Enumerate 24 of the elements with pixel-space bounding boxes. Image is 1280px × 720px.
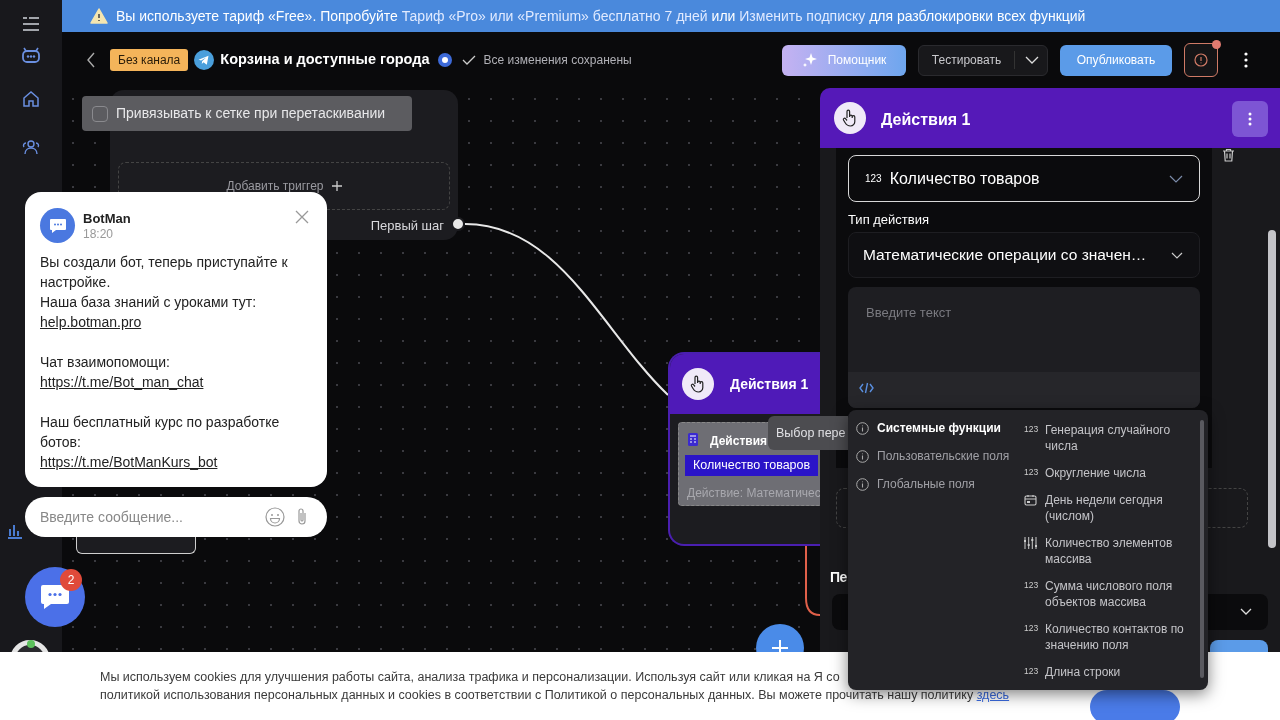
number-type-icon: 123 xyxy=(1024,621,1039,635)
number-type-icon: 123 xyxy=(865,171,882,186)
step-label: Первый шаг xyxy=(370,217,444,235)
channel-badge: Без канала xyxy=(110,49,189,71)
block-title: Действия xyxy=(710,433,768,450)
number-type-icon: 123 xyxy=(1024,578,1039,592)
field-label: Тип действия xyxy=(848,211,930,229)
message-text: Чат взаимопомощи: xyxy=(40,353,170,372)
action-summary: Действие: Математичес xyxy=(687,485,821,502)
message-text: Наш бесплатный курс по разработке ботов: xyxy=(40,413,281,452)
node-title: Действия 1 xyxy=(730,374,809,394)
number-type-icon: 123 xyxy=(1024,465,1039,479)
section-heading: Пе xyxy=(830,568,847,587)
message-text: Вы создали бот, теперь приступайте к настройке. xyxy=(40,253,289,292)
upgrade-notice: Вы используете тариф «Free». Попробуйте Тариф «Pro» или «Premium» бесплатно 7 дней или Изменить подписку для разблокировки всех функций xyxy=(116,6,1086,26)
number-type-icon: 123 xyxy=(1024,664,1039,678)
variable-chip: Количество товаров xyxy=(685,455,819,476)
panel-title: Действия 1 xyxy=(881,110,971,130)
save-status: Все изменения сохранены xyxy=(483,52,632,69)
message-text: Наша база знаний с уроками тут: xyxy=(40,293,257,312)
number-type-icon: 123 xyxy=(1024,422,1039,436)
cookie-notice: Мы используем cookies для улучшения работы сайта, анализа трафика и персонализации. Используя сайт или кликая на Я со политикой использования персональных данных и cookies в соответствии с Политикой о персональных данных. Вы можете прочитать нашу политику здесь xyxy=(100,669,1010,704)
bot-title: Корзина и доступные города xyxy=(220,50,430,70)
tooltip: Выбор пере xyxy=(768,416,848,450)
